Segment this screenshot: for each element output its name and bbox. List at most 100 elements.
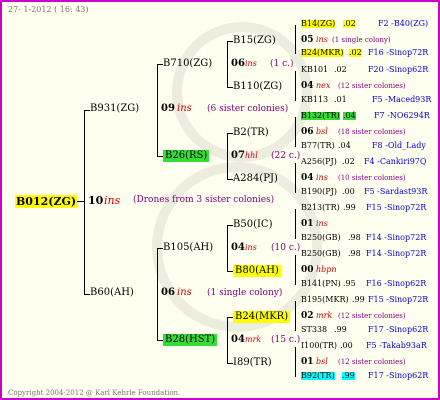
gen4-ref[interactable]: F7 -NO6294R bbox=[374, 112, 430, 120]
gen3-year: 00 bbox=[301, 265, 314, 275]
gen4-value: .02 bbox=[342, 157, 355, 166]
queen-gen4[interactable]: B77(TR) bbox=[301, 142, 335, 150]
gen1-year: 06 bbox=[161, 287, 175, 298]
gen4-value: .00 bbox=[342, 187, 355, 196]
gen4-ref[interactable]: F15 -Sinop72R bbox=[366, 204, 426, 212]
queen-gen4[interactable]: A256(PJ) bbox=[301, 158, 337, 166]
gen3-ins: ins bbox=[316, 219, 328, 228]
queen-gen4[interactable]: B250(GB) bbox=[301, 234, 341, 242]
queen-gen3[interactable]: B2(TR) bbox=[233, 128, 269, 138]
queen-gen4[interactable]: B195(MKR) bbox=[301, 296, 349, 304]
gen3-ins: bsl bbox=[316, 127, 328, 136]
connector-line bbox=[84, 110, 85, 294]
gen4-value: .99 bbox=[334, 325, 347, 334]
connector-line bbox=[295, 255, 296, 285]
queen-gen2[interactable]: B26(RS) bbox=[163, 150, 210, 162]
connector-line bbox=[295, 163, 296, 193]
gen4-ref[interactable]: F4 -Cankiri97Q bbox=[364, 158, 426, 166]
queen-gen4[interactable]: B24(MKR) bbox=[301, 49, 344, 57]
gen4-ref[interactable]: F17 -Sinop62R bbox=[368, 326, 428, 334]
gen3-year: 04 bbox=[301, 173, 314, 183]
gen3-year: 04 bbox=[301, 81, 314, 91]
gen2-note: (10 c.) bbox=[271, 243, 301, 253]
gen4-value: .95 bbox=[343, 279, 356, 288]
gen3-note: (12 sister colonies) bbox=[338, 82, 406, 90]
gen4-value: .02 bbox=[343, 19, 356, 28]
queen-gen2[interactable]: B105(AH) bbox=[163, 243, 213, 253]
gen2-note: (15 c.) bbox=[271, 335, 301, 345]
gen4-value: .98 bbox=[348, 233, 361, 242]
gen3-ins: mrk bbox=[316, 311, 333, 320]
gen2-year: 04 bbox=[231, 334, 245, 345]
queen-gen3[interactable]: B50(IC) bbox=[233, 220, 272, 230]
gen4-ref[interactable]: F2 -B40(ZG) bbox=[378, 20, 428, 28]
connector-line bbox=[295, 71, 296, 101]
copyright: Copyright 2004-2012 @ Karl Kehrle Founda… bbox=[8, 389, 181, 397]
queen-gen4[interactable]: B141(PN) bbox=[301, 280, 341, 288]
queen-gen2[interactable]: B28(HST) bbox=[163, 334, 218, 346]
gen2-year: 04 bbox=[231, 242, 245, 253]
queen-root[interactable]: B012(ZG) bbox=[15, 195, 78, 208]
gen4-ref[interactable]: F16 -Sinop62R bbox=[366, 280, 426, 288]
gen1-year: 09 bbox=[161, 103, 175, 114]
connector-line bbox=[227, 133, 228, 179]
gen4-value: .04 bbox=[343, 111, 356, 120]
gen4-ref[interactable]: F15 -Sinop72R bbox=[368, 296, 428, 304]
gen2-ins: mrk bbox=[245, 335, 262, 344]
queen-gen4[interactable]: KB113 bbox=[301, 96, 328, 104]
queen-gen3[interactable]: B80(AH) bbox=[233, 265, 281, 277]
queen-gen4[interactable]: ST338 bbox=[301, 326, 327, 334]
gen4-value: .01 bbox=[334, 95, 347, 104]
queen-gen3[interactable]: I89(TR) bbox=[233, 358, 272, 368]
connector-line bbox=[76, 201, 84, 202]
gen4-value: .99 bbox=[343, 203, 356, 212]
queen-gen4[interactable]: B92(TR) bbox=[301, 372, 335, 380]
queen-gen3[interactable]: B24(MKR) bbox=[233, 311, 291, 323]
gen4-ref[interactable]: F14 -Sinop72R bbox=[366, 234, 426, 242]
queen-gen4[interactable]: B213(TR) bbox=[301, 204, 340, 212]
queen-gen4[interactable]: B250(GB) bbox=[301, 250, 341, 258]
queen-gen4[interactable]: B14(ZG) bbox=[301, 20, 336, 28]
gen3-note: (10 sister colonies) bbox=[338, 174, 406, 182]
queen-gen3[interactable]: B110(ZG) bbox=[233, 82, 282, 92]
queen-gen4[interactable]: I100(TR) bbox=[301, 342, 337, 350]
gen4-ref[interactable]: F5 -Sardast93R bbox=[364, 188, 427, 196]
gen4-value: .98 bbox=[348, 249, 361, 258]
queen-gen1[interactable]: B931(ZG) bbox=[90, 104, 139, 114]
connector-line bbox=[227, 317, 228, 363]
gen3-ins: ins bbox=[316, 173, 328, 182]
gen4-ref[interactable]: F5 -Takab93aR bbox=[366, 342, 427, 350]
gen3-year: 05 bbox=[301, 35, 314, 45]
gen4-ref[interactable]: F14 -Sinop72R bbox=[366, 250, 426, 258]
gen3-year: 01 bbox=[301, 219, 314, 229]
gen4-value: .99 bbox=[352, 295, 365, 304]
gen4-ref[interactable]: F17 -Sinop62R bbox=[368, 372, 428, 380]
gen4-ref[interactable]: F20 -Sinop62R bbox=[368, 66, 428, 74]
pedigree-frame: 27- 1-2012 ( 16: 43) Copyright 2004-2012… bbox=[0, 0, 440, 400]
queen-gen3[interactable]: A284(PJ) bbox=[233, 174, 278, 184]
timestamp: 27- 1-2012 ( 16: 43) bbox=[8, 5, 89, 14]
queen-gen4[interactable]: B190(PJ) bbox=[301, 188, 337, 196]
gen4-ref[interactable]: F16 -Sinop72R bbox=[368, 49, 428, 57]
gen4-value: .00 bbox=[340, 341, 353, 350]
root-year: 10 bbox=[88, 194, 104, 207]
queen-gen4[interactable]: KB101 bbox=[301, 66, 328, 74]
queen-gen2[interactable]: B710(ZG) bbox=[163, 59, 212, 69]
queen-gen4[interactable]: B132(TR) bbox=[301, 112, 340, 120]
gen4-value: .02 bbox=[334, 65, 347, 74]
queen-gen3[interactable]: B15(ZG) bbox=[233, 36, 276, 46]
gen3-note: (1 single colony) bbox=[332, 36, 391, 44]
root-note: (Drones from 3 sister colonies) bbox=[133, 195, 275, 205]
gen3-ins: ins bbox=[316, 35, 328, 44]
gen3-note: (18 sister colonies) bbox=[338, 128, 406, 136]
gen2-note: (22 c.) bbox=[271, 151, 301, 161]
gen4-ref[interactable]: F8 -Old_Lady bbox=[372, 142, 426, 150]
connector-line bbox=[295, 209, 296, 239]
gen1-ins: ins bbox=[177, 103, 192, 114]
queen-gen1[interactable]: B60(AH) bbox=[90, 288, 134, 298]
gen3-note: (12 sister colonies) bbox=[338, 312, 406, 320]
gen4-ref[interactable]: F5 -Maced93R bbox=[372, 96, 431, 104]
connector-line bbox=[227, 41, 228, 87]
gen1-ins: ins bbox=[177, 287, 192, 298]
connector-line bbox=[157, 64, 158, 156]
